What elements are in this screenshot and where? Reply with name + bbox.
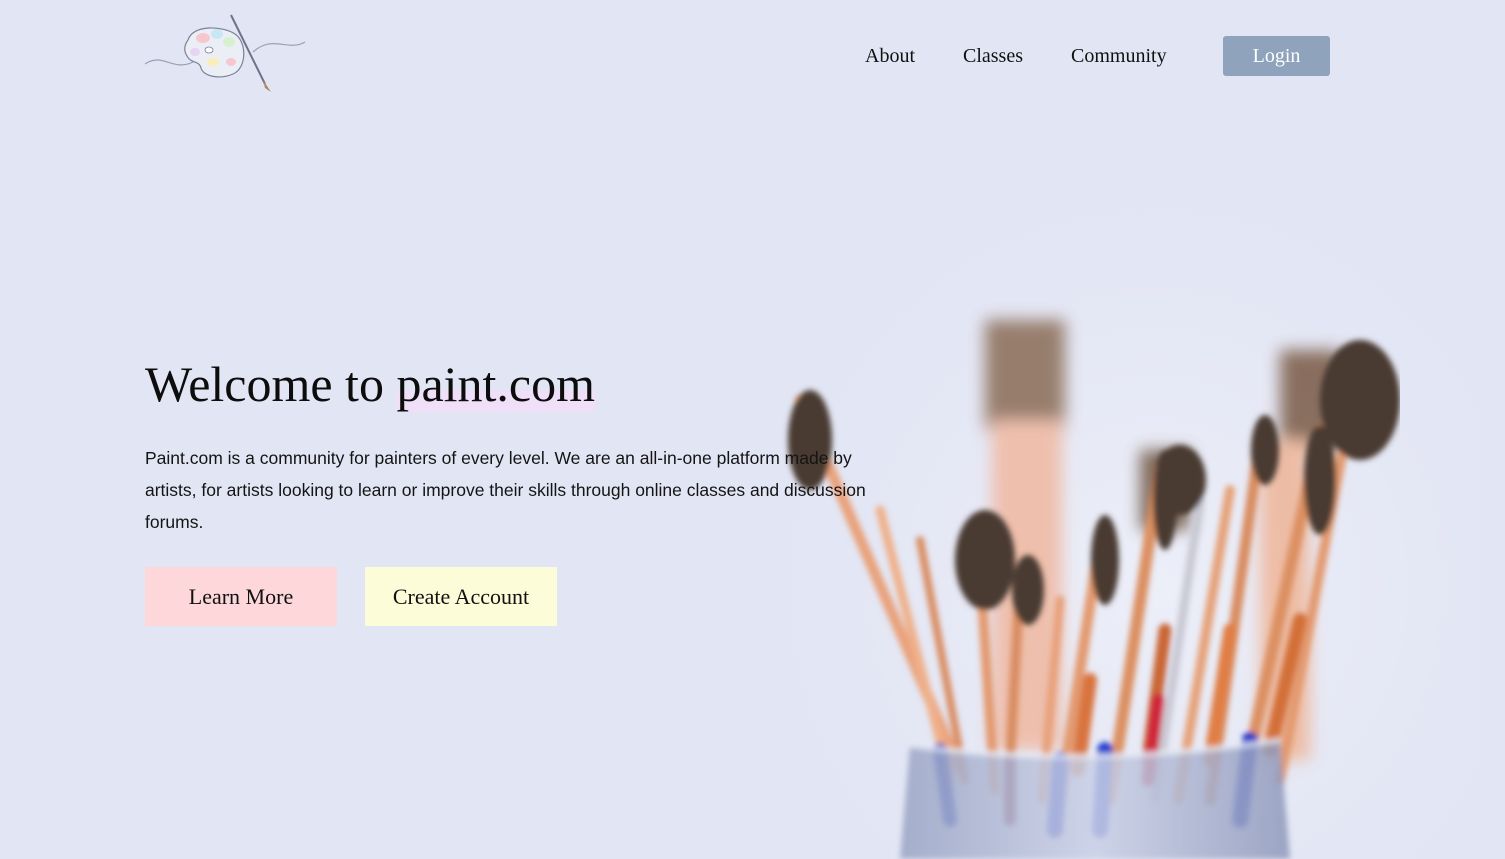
login-button[interactable]: Login [1223,36,1330,76]
nav-link-classes[interactable]: Classes [963,36,1023,76]
hero-title-highlight: paint.com [396,356,596,412]
learn-more-button[interactable]: Learn More [145,567,337,626]
create-account-button[interactable]: Create Account [365,567,557,626]
palette-logo-icon[interactable] [143,12,308,96]
main-nav: About Classes Community [865,36,1215,76]
hero-section: Welcome to paint.com Paint.com is a comm… [145,352,915,538]
nav-link-community[interactable]: Community [1071,36,1167,76]
hero-title: Welcome to paint.com [145,352,915,416]
nav-link-about[interactable]: About [865,36,915,76]
hero-description: Paint.com is a community for painters of… [145,448,866,532]
hero-title-prefix: Welcome to [145,356,397,412]
